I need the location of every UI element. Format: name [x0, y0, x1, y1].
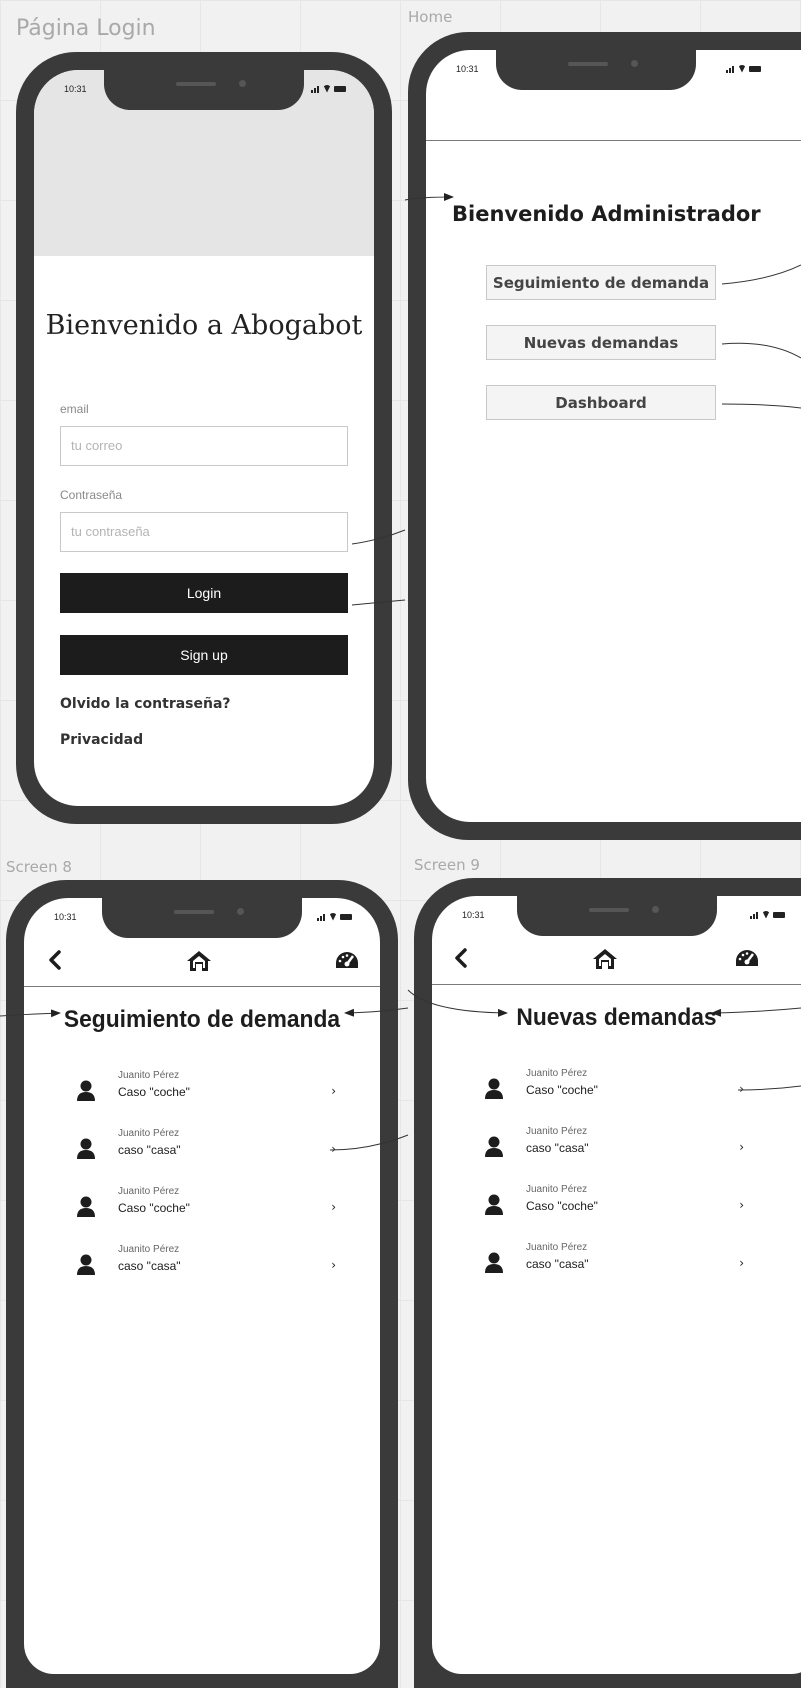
list-item[interactable]: Juanito Pérez caso "casa" › [484, 1126, 744, 1166]
battery-icon [334, 85, 346, 92]
password-label: Contraseña [60, 488, 123, 502]
status-icons [311, 84, 346, 93]
case-title: Caso "coche" [526, 1199, 598, 1213]
chevron-right-icon[interactable]: › [331, 1200, 336, 1214]
case-title: caso "casa" [526, 1257, 589, 1271]
password-field[interactable]: tu contraseña [60, 512, 348, 552]
client-name: Juanito Pérez [118, 1244, 180, 1255]
board-label-screen8: Screen 8 [6, 858, 72, 876]
list-item[interactable]: Juanito Pérez caso "casa" › [76, 1128, 336, 1168]
status-time: 10:31 [64, 84, 87, 94]
screen9-phone: 10:31 Nuevas demandas Juanito Pérez Caso … [414, 878, 801, 1688]
privacy-link[interactable]: Privacidad [60, 732, 143, 748]
case-title: Caso "coche" [118, 1201, 190, 1215]
login-button[interactable]: Login [60, 573, 348, 613]
header-divider [426, 140, 801, 141]
list-item[interactable]: Juanito Pérez caso "casa" › [484, 1242, 744, 1282]
phone-notch [496, 50, 696, 90]
login-title: Bienvenido a Abogabot [45, 310, 363, 341]
phone-notch [517, 896, 717, 936]
client-name: Juanito Pérez [118, 1186, 180, 1197]
client-name: Juanito Pérez [118, 1070, 180, 1081]
case-title: caso "casa" [118, 1143, 181, 1157]
wifi-icon [738, 64, 746, 73]
list-item[interactable]: Juanito Pérez Caso "coche" › [76, 1070, 336, 1110]
person-icon [76, 1254, 96, 1276]
status-time: 10:31 [54, 912, 77, 922]
chevron-right-icon[interactable]: › [331, 1142, 336, 1156]
speedometer-icon[interactable] [334, 950, 360, 978]
home-screen: 10:31 Bienvenido Administrador Seguimien… [426, 50, 801, 822]
phone-notch [102, 898, 302, 938]
list-item[interactable]: Juanito Pérez Caso "coche" › [484, 1068, 744, 1108]
client-name: Juanito Pérez [526, 1126, 588, 1137]
person-icon [484, 1252, 504, 1274]
chevron-right-icon[interactable]: › [739, 1082, 744, 1096]
client-name: Juanito Pérez [118, 1128, 180, 1139]
board-label-screen9: Screen 9 [414, 856, 480, 874]
back-chevron-icon[interactable] [454, 948, 468, 974]
signup-button[interactable]: Sign up [60, 635, 348, 675]
client-name: Juanito Pérez [526, 1242, 588, 1253]
screen8-screen: 10:31 Seguimiento de demanda Juanito Pér… [24, 898, 380, 1674]
case-title: Caso "coche" [526, 1083, 598, 1097]
client-name: Juanito Pérez [526, 1068, 588, 1079]
person-icon [484, 1078, 504, 1100]
person-icon [76, 1080, 96, 1102]
back-chevron-icon[interactable] [48, 950, 62, 976]
status-icons [726, 64, 761, 73]
home-icon[interactable] [592, 948, 618, 976]
screen8-title: Seguimiento de demanda [63, 1006, 341, 1033]
screen8-phone: 10:31 Seguimiento de demanda Juanito Pér… [6, 880, 398, 1688]
nuevas-demandas-button[interactable]: Nuevas demandas [486, 325, 716, 360]
dashboard-button[interactable]: Dashboard [486, 385, 716, 420]
home-title: Bienvenido Administrador [452, 202, 761, 226]
list-item[interactable]: Juanito Pérez Caso "coche" › [484, 1184, 744, 1224]
email-field[interactable]: tu correo [60, 426, 348, 466]
chevron-right-icon[interactable]: › [331, 1084, 336, 1098]
person-icon [484, 1136, 504, 1158]
header-divider [432, 984, 801, 985]
client-name: Juanito Pérez [526, 1184, 588, 1195]
person-icon [484, 1194, 504, 1216]
status-icons [317, 912, 352, 921]
board-label-home: Home [408, 8, 453, 26]
battery-icon [749, 65, 761, 72]
header-divider [24, 986, 380, 987]
status-time: 10:31 [462, 910, 485, 920]
speedometer-icon[interactable] [734, 948, 760, 976]
wifi-icon [329, 912, 337, 921]
person-icon [76, 1138, 96, 1160]
home-icon[interactable] [186, 950, 212, 978]
board-label-login: Página Login [16, 16, 156, 41]
forgot-password-link[interactable]: Olvido la contraseña? [60, 696, 231, 712]
chevron-right-icon[interactable]: › [739, 1256, 744, 1270]
chevron-right-icon[interactable]: › [739, 1198, 744, 1212]
person-icon [76, 1196, 96, 1218]
wifi-icon [762, 910, 770, 919]
chevron-right-icon[interactable]: › [331, 1258, 336, 1272]
login-phone: 10:31 Bienvenido a Abogabot email tu cor… [16, 52, 392, 824]
seguimiento-button[interactable]: Seguimiento de demanda [486, 265, 716, 300]
list-item[interactable]: Juanito Pérez caso "casa" › [76, 1244, 336, 1284]
case-title: Caso "coche" [118, 1085, 190, 1099]
case-title: caso "casa" [526, 1141, 589, 1155]
battery-icon [340, 913, 352, 920]
screen9-screen: 10:31 Nuevas demandas Juanito Pérez Caso … [432, 896, 801, 1674]
chevron-right-icon[interactable]: › [739, 1140, 744, 1154]
battery-icon [773, 911, 785, 918]
status-time: 10:31 [456, 64, 479, 74]
email-label: email [60, 402, 89, 416]
wifi-icon [323, 84, 331, 93]
phone-notch [104, 70, 304, 110]
login-screen: 10:31 Bienvenido a Abogabot email tu cor… [34, 70, 374, 806]
screen9-title: Nuevas demandas [516, 1004, 717, 1031]
home-phone: 10:31 Bienvenido Administrador Seguimien… [408, 32, 801, 840]
list-item[interactable]: Juanito Pérez Caso "coche" › [76, 1186, 336, 1226]
status-icons [750, 910, 785, 919]
case-title: caso "casa" [118, 1259, 181, 1273]
